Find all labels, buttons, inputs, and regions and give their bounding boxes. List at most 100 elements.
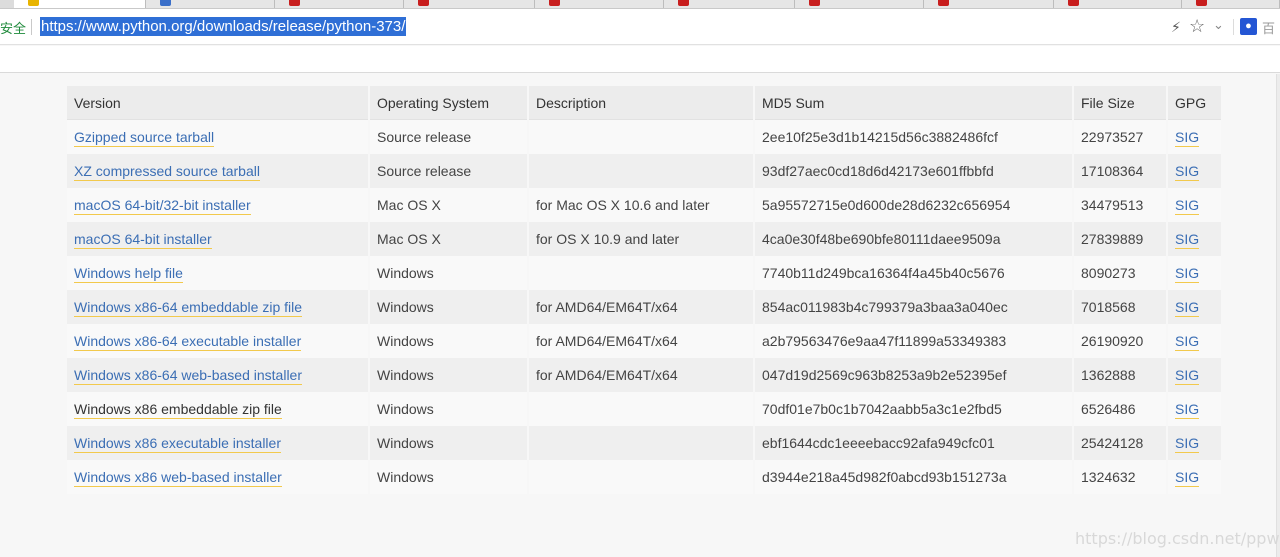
page-content: Version Operating System Description MD5… xyxy=(0,74,1280,557)
md5-cell: ebf1644cdc1eeeebacc92afa949cfc01 xyxy=(755,426,1072,460)
security-indicator[interactable]: 安全 xyxy=(0,18,26,37)
file-size-cell: 25424128 xyxy=(1074,426,1166,460)
os-cell: Windows xyxy=(370,324,527,358)
sig-link[interactable]: SIG xyxy=(1175,197,1200,215)
os-cell: Windows xyxy=(370,392,527,426)
description-cell: for AMD64/EM64T/x64 xyxy=(529,324,753,358)
description-cell: for OS X 10.9 and later xyxy=(529,222,753,256)
chevron-down-icon[interactable]: ⌄ xyxy=(1213,17,1224,33)
table-row: Windows help file Windows 7740b11d249bca… xyxy=(67,256,1221,290)
sig-link[interactable]: SIG xyxy=(1175,231,1200,249)
file-size-cell: 34479513 xyxy=(1074,188,1166,222)
tab-favicon-icon xyxy=(1196,0,1207,6)
page-toolbar xyxy=(0,46,1280,73)
browser-tab[interactable] xyxy=(1182,0,1280,8)
md5-cell: 854ac011983b4c799379a3baa3a040ec xyxy=(755,290,1072,324)
download-link[interactable]: XZ compressed source tarball xyxy=(74,163,260,181)
browser-tab-strip xyxy=(0,0,1280,9)
browser-tab[interactable] xyxy=(535,0,664,8)
download-link[interactable]: Gzipped source tarball xyxy=(74,129,215,147)
table-row: Windows x86 executable installer Windows… xyxy=(67,426,1221,460)
md5-cell: 2ee10f25e3d1b14215d56c3882486fcf xyxy=(755,120,1072,154)
tab-favicon-icon xyxy=(549,0,560,6)
url-input[interactable]: https://www.python.org/downloads/release… xyxy=(40,17,407,36)
table-row: Windows x86 embeddable zip file Windows … xyxy=(67,392,1221,426)
sig-link[interactable]: SIG xyxy=(1175,469,1200,487)
download-link[interactable]: macOS 64-bit installer xyxy=(74,231,212,249)
download-link[interactable]: Windows x86-64 embeddable zip file xyxy=(74,299,303,317)
os-cell: Windows xyxy=(370,256,527,290)
sig-link[interactable]: SIG xyxy=(1175,163,1200,181)
header-file-size: File Size xyxy=(1074,86,1166,120)
header-operating-system: Operating System xyxy=(370,86,527,120)
table-row: macOS 64-bit installer Mac OS X for OS X… xyxy=(67,222,1221,256)
file-size-cell: 17108364 xyxy=(1074,154,1166,188)
file-size-cell: 1362888 xyxy=(1074,358,1166,392)
table-row: Windows x86-64 embeddable zip file Windo… xyxy=(67,290,1221,324)
url-divider xyxy=(31,19,32,35)
description-cell xyxy=(529,392,753,426)
table-row: Windows x86-64 web-based installer Windo… xyxy=(67,358,1221,392)
tab-favicon-icon xyxy=(28,0,39,6)
table-row: XZ compressed source tarball Source rele… xyxy=(67,154,1221,188)
browser-tab[interactable] xyxy=(795,0,924,8)
browser-tab[interactable] xyxy=(1054,0,1182,8)
tab-favicon-icon xyxy=(1068,0,1079,6)
os-cell: Windows xyxy=(370,358,527,392)
header-description: Description xyxy=(529,86,753,120)
browser-tab[interactable] xyxy=(664,0,795,8)
file-size-cell: 27839889 xyxy=(1074,222,1166,256)
browser-tab[interactable] xyxy=(924,0,1054,8)
sig-link[interactable]: SIG xyxy=(1175,435,1200,453)
watermark-text: https://blog.csdn.net/ppwwp xyxy=(1075,529,1280,548)
download-link[interactable]: Windows x86-64 web-based installer xyxy=(74,367,302,385)
tab-favicon-icon xyxy=(160,0,171,6)
os-cell: Windows xyxy=(370,460,527,494)
scrollbar[interactable] xyxy=(1276,74,1280,557)
os-cell: Mac OS X xyxy=(370,222,527,256)
md5-cell: 5a95572715e0d600de28d6232c656954 xyxy=(755,188,1072,222)
lightning-icon[interactable]: ⚡︎ xyxy=(1171,19,1181,36)
file-size-cell: 7018568 xyxy=(1074,290,1166,324)
md5-cell: a2b79563476e9aa47f11899a53349383 xyxy=(755,324,1072,358)
table-row: Gzipped source tarball Source release 2e… xyxy=(67,120,1221,154)
browser-tab[interactable] xyxy=(404,0,535,8)
file-size-cell: 1324632 xyxy=(1074,460,1166,494)
download-link[interactable]: Windows x86 executable installer xyxy=(74,435,281,453)
sig-link[interactable]: SIG xyxy=(1175,265,1200,283)
download-link[interactable]: Windows x86-64 executable installer xyxy=(74,333,302,351)
browser-tab[interactable] xyxy=(275,0,404,8)
description-cell xyxy=(529,256,753,290)
browser-tab[interactable] xyxy=(14,0,146,8)
description-cell: for AMD64/EM64T/x64 xyxy=(529,358,753,392)
md5-cell: 70df01e7b0c1b7042aabb5a3c1e2fbd5 xyxy=(755,392,1072,426)
description-cell xyxy=(529,460,753,494)
sig-link[interactable]: SIG xyxy=(1175,367,1200,385)
header-version: Version xyxy=(67,86,368,120)
download-link[interactable]: Windows x86 web-based installer xyxy=(74,469,282,487)
bookmark-star-icon[interactable]: ☆ xyxy=(1189,16,1205,37)
md5-cell: 4ca0e30f48be690bfe80111daee9509a xyxy=(755,222,1072,256)
browser-tab[interactable] xyxy=(146,0,275,8)
download-link[interactable]: Windows help file xyxy=(74,265,183,283)
os-cell: Source release xyxy=(370,120,527,154)
description-cell xyxy=(529,154,753,188)
sig-link[interactable]: SIG xyxy=(1175,129,1200,147)
table-row: macOS 64-bit/32-bit installer Mac OS X f… xyxy=(67,188,1221,222)
sig-link[interactable]: SIG xyxy=(1175,333,1200,351)
sig-link[interactable]: SIG xyxy=(1175,401,1200,419)
os-cell: Windows xyxy=(370,426,527,460)
description-cell: for Mac OS X 10.6 and later xyxy=(529,188,753,222)
paw-icon[interactable]: ● xyxy=(1240,18,1257,35)
file-size-cell: 8090273 xyxy=(1074,256,1166,290)
download-link[interactable]: macOS 64-bit/32-bit installer xyxy=(74,197,251,215)
toolbar-divider xyxy=(1233,19,1234,35)
download-link[interactable]: Windows x86 embeddable zip file xyxy=(74,401,282,419)
md5-cell: 93df27aec0cd18d6d42173e601ffbbfd xyxy=(755,154,1072,188)
extension-label[interactable]: 百 xyxy=(1262,18,1275,37)
table-row: Windows x86-64 executable installer Wind… xyxy=(67,324,1221,358)
file-size-cell: 26190920 xyxy=(1074,324,1166,358)
tab-favicon-icon xyxy=(289,0,300,6)
tab-favicon-icon xyxy=(678,0,689,6)
sig-link[interactable]: SIG xyxy=(1175,299,1200,317)
